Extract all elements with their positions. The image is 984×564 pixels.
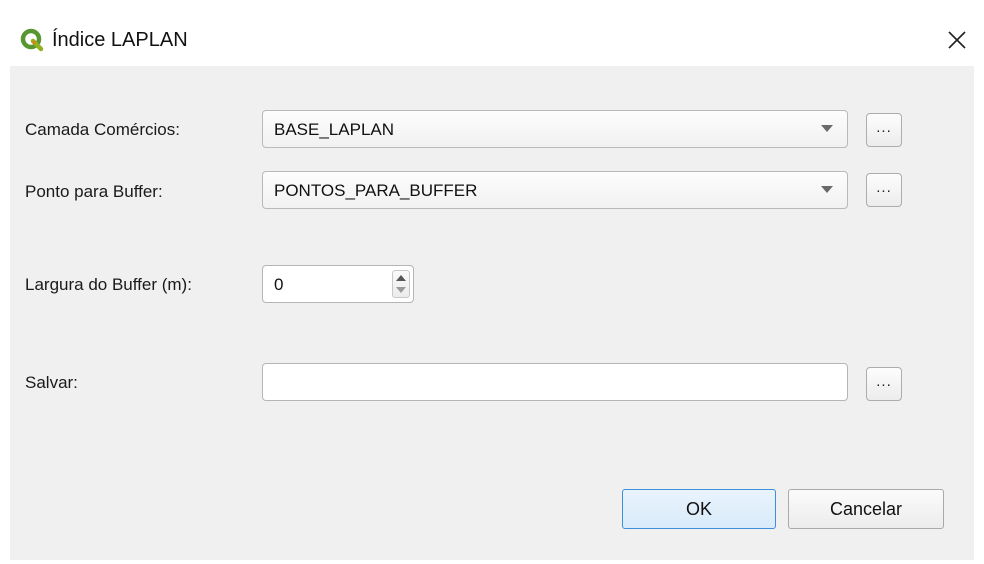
ponto-buffer-value: PONTOS_PARA_BUFFER <box>274 181 478 200</box>
largura-buffer-label: Largura do Buffer (m): <box>25 275 192 294</box>
spin-down-icon[interactable] <box>396 284 406 296</box>
qgis-logo-icon <box>20 28 44 52</box>
window-title: Índice LAPLAN <box>52 29 188 51</box>
camada-comercios-browse-button[interactable]: ... <box>866 113 902 147</box>
chevron-down-icon <box>821 186 833 193</box>
ponto-buffer-combo[interactable]: PONTOS_PARA_BUFFER <box>262 171 848 209</box>
close-icon[interactable] <box>938 20 978 60</box>
cancel-button[interactable]: Cancelar <box>788 489 944 529</box>
largura-buffer-spinbox[interactable]: 0 <box>262 265 414 303</box>
camada-comercios-label: Camada Comércios: <box>25 120 180 139</box>
dialog-window: Índice LAPLAN Camada Comércios: BASE_LAP… <box>0 0 984 564</box>
salvar-label: Salvar: <box>25 373 78 392</box>
salvar-browse-button[interactable]: ... <box>866 367 902 401</box>
ok-button[interactable]: OK <box>622 489 776 529</box>
title-bar: Índice LAPLAN <box>0 0 984 66</box>
camada-comercios-value: BASE_LAPLAN <box>274 120 395 139</box>
camada-comercios-combo[interactable]: BASE_LAPLAN <box>262 110 848 148</box>
ponto-buffer-browse-button[interactable]: ... <box>866 173 902 207</box>
ponto-buffer-label: Ponto para Buffer: <box>25 182 163 201</box>
spin-up-icon[interactable] <box>396 272 406 284</box>
chevron-down-icon <box>821 125 833 132</box>
salvar-input[interactable] <box>262 363 848 401</box>
largura-buffer-value: 0 <box>274 275 284 294</box>
spin-buttons <box>392 270 410 298</box>
